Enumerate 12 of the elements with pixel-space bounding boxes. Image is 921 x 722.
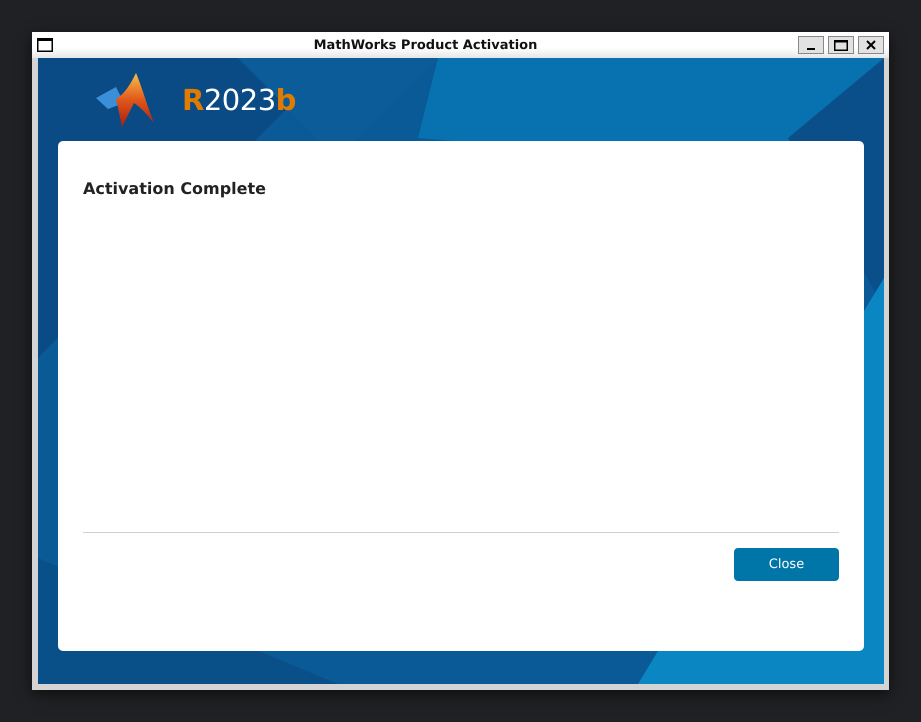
maximize-icon xyxy=(834,40,848,50)
close-button[interactable] xyxy=(858,36,884,54)
window-icon xyxy=(37,38,53,52)
close-dialog-button[interactable]: Close xyxy=(734,548,839,581)
minimize-button[interactable] xyxy=(798,36,824,54)
minimize-icon xyxy=(807,48,815,50)
logo-icon xyxy=(96,72,154,126)
close-icon xyxy=(866,40,876,50)
dialog-heading: Activation Complete xyxy=(83,179,268,198)
window-title: MathWorks Product Activation xyxy=(312,38,538,52)
release-logo: R2023b xyxy=(182,82,296,116)
maximize-button[interactable] xyxy=(828,36,854,54)
